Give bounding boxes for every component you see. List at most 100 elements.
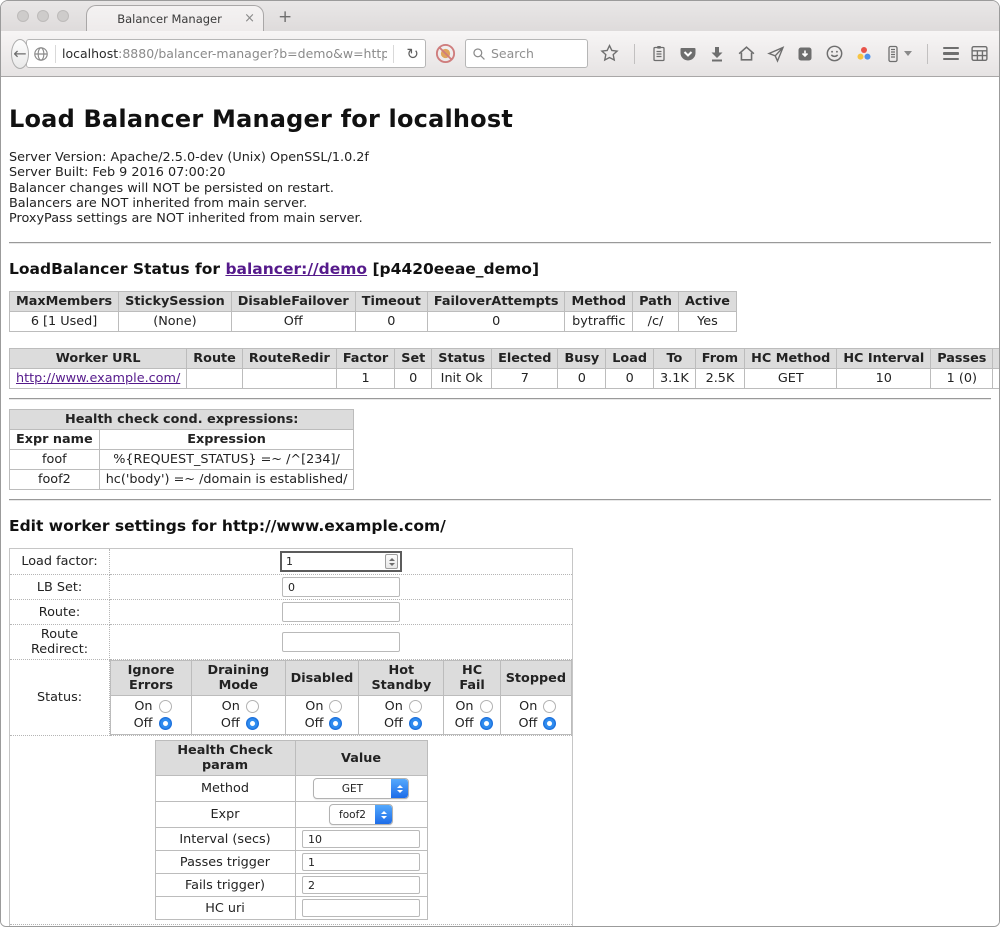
route-redirect-input[interactable] [282,632,400,652]
on-label: On [452,699,474,714]
status-on-radio[interactable] [329,700,342,713]
col-header: Load [606,349,654,369]
toolbar-divider [634,44,635,64]
method-select[interactable]: GET [313,778,409,799]
col-header: Draining Mode [192,661,286,696]
urlbar-divider [55,45,56,63]
expression-row: foof %{REQUEST_STATUS} =~ /^[234]/ [10,450,354,470]
forum-smiley-icon[interactable] [825,44,844,63]
heading-text: [p4420eeae_demo] [367,260,539,278]
balancer-status-heading: LoadBalancer Status for balancer://demo … [9,260,991,278]
select-stepper-icon [391,779,408,798]
form-row-health-check: Health Check param Value Method GET [10,736,573,925]
back-arrow-icon: ← [13,44,26,63]
lb-set-input[interactable] [282,577,400,597]
cell-worker-url: http://www.example.com/ [10,369,187,389]
col-header: Expression [99,430,354,450]
close-window-button[interactable] [17,10,29,22]
passes-label: Passes trigger [155,851,295,874]
cell-factor: 1 [336,369,394,389]
home-icon[interactable] [737,44,756,63]
passes-input[interactable] [302,853,420,871]
status-hot-standby: On Off [359,696,444,735]
col-header: DisableFailover [231,292,355,312]
table-header-row: Health Check param Value [155,741,427,776]
toolbar-icons [600,44,989,64]
number-stepper-icon[interactable] [385,554,398,569]
content-blocked-icon[interactable] [435,43,456,64]
new-tab-button[interactable]: + [278,7,292,27]
status-off-radio[interactable] [480,717,493,730]
bookmark-star-icon[interactable] [600,44,619,63]
url-text[interactable]: localhost:8880/balancer-manager?b=demo&w… [62,46,387,61]
cell-path: /c/ [633,312,679,332]
pocket-icon[interactable] [679,45,697,63]
hc-uri-input[interactable] [302,899,420,917]
tab-title: Balancer Manager [95,12,244,26]
window-controls [17,10,69,22]
balancer-demo-link[interactable]: balancer://demo [225,260,367,278]
navigation-toolbar: ← localhost:8880/balancer-manager?b=demo… [1,31,999,77]
zoom-window-button[interactable] [57,10,69,22]
cell-passes: 1 (0) [931,369,993,389]
cell-disablefailover: Off [231,312,355,332]
interval-label: Interval (secs) [155,828,295,851]
cell-status: Init Ok [432,369,492,389]
status-off-radio[interactable] [409,717,422,730]
cell-expression: %{REQUEST_STATUS} =~ /^[234]/ [99,450,354,470]
col-header: MaxMembers [10,292,119,312]
worker-url-link[interactable]: http://www.example.com/ [16,371,180,386]
off-label: Off [515,716,537,731]
notice-proxypass: ProxyPass settings are NOT inherited fro… [9,211,991,226]
minimize-window-button[interactable] [37,10,49,22]
col-header: FailoverAttempts [427,292,565,312]
pages-grid-icon[interactable] [970,44,989,63]
status-on-radio[interactable] [159,700,172,713]
save-page-icon[interactable] [796,45,814,63]
tab-close-icon[interactable]: × [244,12,255,25]
status-on-radio[interactable] [543,700,556,713]
col-header: From [695,349,744,369]
status-radio-row: On Off On Off On Off [111,696,572,735]
chevron-down-icon[interactable] [904,51,912,56]
cell-fails: 2 (0) [993,369,999,389]
interval-input[interactable] [302,830,420,848]
status-off-radio[interactable] [329,717,342,730]
status-table: Ignore Errors Draining Mode Disabled Hot… [110,660,572,735]
reading-list-icon[interactable] [650,45,668,63]
expr-select[interactable]: foof2 [329,804,393,825]
status-on-radio[interactable] [409,700,422,713]
search-bar[interactable] [465,39,588,68]
menu-icon[interactable] [943,47,959,61]
url-bar[interactable]: localhost:8880/balancer-manager?b=demo&w… [26,39,426,68]
col-header: Method [565,292,633,312]
lb-set-label: LB Set: [10,575,110,600]
search-input[interactable] [491,46,581,61]
colored-dots-icon[interactable] [855,45,873,63]
on-label: On [301,699,323,714]
status-on-radio[interactable] [480,700,493,713]
cell-expr-name: foof2 [10,470,100,490]
status-on-radio[interactable] [246,700,259,713]
share-icon[interactable] [767,45,785,63]
col-header: Fails [993,349,999,369]
hc-row-fails: Fails trigger) [155,874,427,897]
col-header: Passes [931,349,993,369]
tab-balancer-manager[interactable]: Balancer Manager × [86,5,264,31]
expressions-table: Health check cond. expressions: Expr nam… [9,409,354,490]
status-off-radio[interactable] [543,717,556,730]
divider [9,398,991,400]
load-factor-input[interactable]: 1 [280,551,402,572]
status-off-radio[interactable] [246,717,259,730]
device-sync-icon[interactable] [884,45,912,63]
downloads-icon[interactable] [708,45,726,63]
health-check-table: Health Check param Value Method GET [155,740,428,920]
off-label: Off [218,716,240,731]
edit-worker-heading: Edit worker settings for http://www.exam… [9,517,991,535]
back-button[interactable]: ← [11,39,29,69]
status-off-radio[interactable] [159,717,172,730]
reload-icon[interactable]: ↻ [400,45,419,63]
fails-input[interactable] [302,876,420,894]
form-row-status: Status: Ignore Errors Draining Mode Disa… [10,660,573,736]
route-input[interactable] [282,602,400,622]
